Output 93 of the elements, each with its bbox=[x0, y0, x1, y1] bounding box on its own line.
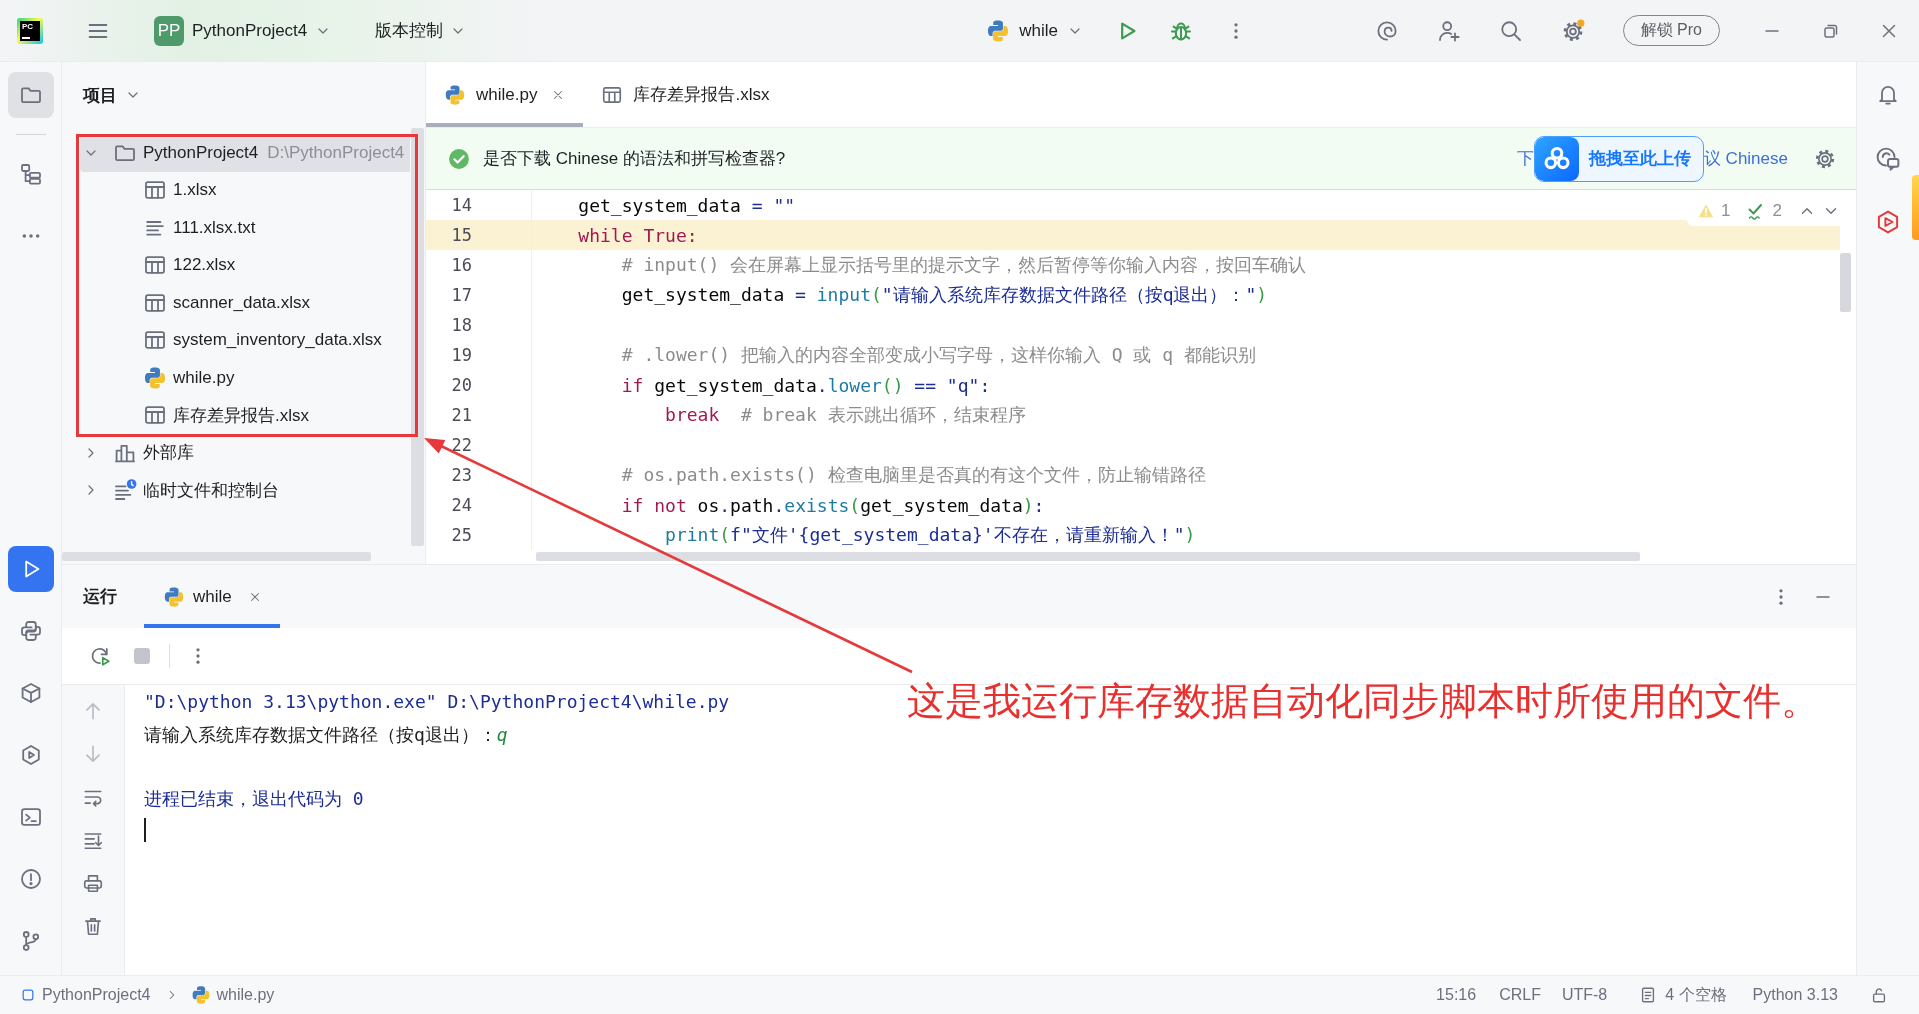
tree-item[interactable]: 外部库 bbox=[80, 434, 410, 472]
text-cursor bbox=[144, 818, 146, 842]
console-line: 进程已结束，退出代码为 0 bbox=[144, 787, 365, 811]
scrollbar[interactable] bbox=[1840, 253, 1851, 312]
breadcrumb[interactable]: PythonProject4 bbox=[20, 986, 151, 1004]
banner-link[interactable]: 下 bbox=[1516, 147, 1534, 170]
editor-tab[interactable]: 库存差异报告.xlsx bbox=[583, 62, 788, 127]
annotation-text: 这是我运行库存数据自动化同步脚本时所使用的文件。 bbox=[907, 678, 1819, 725]
python-icon bbox=[190, 985, 211, 1005]
code-line: get_system_data = "" bbox=[578, 194, 796, 216]
line-number: 22 bbox=[450, 435, 472, 455]
line-number: 24 bbox=[450, 495, 472, 515]
line-number: 19 bbox=[450, 345, 472, 365]
padlock-icon[interactable] bbox=[1870, 986, 1888, 1004]
scratch-icon bbox=[113, 478, 137, 503]
line-number: 25 bbox=[450, 525, 472, 545]
line-number: 18 bbox=[450, 315, 472, 335]
python-icon bbox=[444, 83, 466, 106]
python-outline-icon bbox=[18, 619, 43, 643]
add-user-icon[interactable] bbox=[1436, 18, 1461, 43]
warning-icon bbox=[1697, 202, 1716, 220]
scrollbar[interactable] bbox=[536, 552, 1640, 561]
warning-count: 1 bbox=[1721, 201, 1731, 221]
trash-icon[interactable] bbox=[82, 915, 104, 937]
tree-structure-icon bbox=[18, 162, 43, 186]
rings-tile-icon bbox=[1534, 136, 1579, 181]
terminal-icon bbox=[18, 805, 43, 829]
code-line: # os.path.exists() 检查电脑里是否真的有这个文件，防止输错路径 bbox=[621, 463, 1206, 487]
tree-item[interactable]: 122.xlsx bbox=[80, 246, 410, 284]
code-line: get_system_data = input("请输入系统库存数据文件路径（按q退出）：") bbox=[621, 283, 1268, 307]
tree-item[interactable]: 临时文件和控制台 bbox=[80, 471, 410, 509]
view-selector[interactable]: 项目 bbox=[83, 83, 141, 107]
caret-position[interactable]: 15:16 bbox=[1436, 986, 1477, 1004]
python-icon bbox=[143, 365, 167, 390]
code-line: print(f"文件'{get_system_data}'不存在，请重新输入！") bbox=[665, 523, 1196, 547]
python-icon bbox=[163, 585, 185, 608]
line-number: 21 bbox=[450, 405, 472, 425]
circular-arrow-play-icon[interactable] bbox=[89, 645, 111, 667]
code-line: if not os.path.exists(get_system_data): bbox=[621, 494, 1045, 516]
minimize-icon[interactable] bbox=[1765, 28, 1779, 33]
console-line: "D:\python 3.13\python.exe" D:\PythonProject4\while.py bbox=[144, 690, 730, 714]
line-number: 16 bbox=[450, 255, 472, 275]
tree-item[interactable]: system_inventory_data.xlsx bbox=[80, 321, 410, 359]
line-number: 20 bbox=[450, 375, 472, 395]
exclamation-circle-icon bbox=[18, 867, 43, 891]
line-separator[interactable]: CRLF bbox=[1499, 986, 1541, 1004]
code-line: while True: bbox=[578, 224, 698, 246]
run-config-selector[interactable]: while bbox=[986, 18, 1084, 43]
breadcrumb[interactable]: while.py bbox=[190, 985, 275, 1005]
more-icon bbox=[21, 234, 40, 238]
code-line: # .lower() 把输入的内容全部变成小写字母，这样你输入 Q 或 q 都能识别 bbox=[621, 343, 1256, 367]
banner-message: 是否下载 Chinese 的语法和拼写检查器? bbox=[483, 148, 786, 170]
search-icon[interactable] bbox=[1498, 18, 1523, 43]
upload-drop-zone[interactable]: 拖拽至此上传 bbox=[1533, 135, 1704, 182]
banner-link[interactable]: 议 Chinese bbox=[1703, 147, 1788, 170]
code-line: break # break 表示跳出循环，结束程序 bbox=[665, 403, 1026, 427]
tree-item[interactable]: scanner_data.xlsx bbox=[80, 284, 410, 322]
panel-title: 运行 bbox=[83, 586, 117, 608]
app-logo: PC bbox=[17, 17, 43, 44]
project-selector[interactable]: PP PythonProject4 bbox=[154, 15, 332, 46]
settings-icon[interactable] bbox=[1814, 147, 1836, 170]
console-line: 请输入系统库存数据文件路径（按q退出）：q bbox=[144, 723, 509, 747]
more-icon[interactable] bbox=[1779, 588, 1783, 605]
code-line: if get_system_data.lower() == "q": bbox=[621, 374, 991, 396]
line-number: 23 bbox=[450, 465, 472, 485]
line-number: 14 bbox=[450, 195, 472, 215]
more-icon[interactable] bbox=[196, 648, 200, 664]
line-number: 15 bbox=[450, 225, 472, 245]
interpreter-selector[interactable]: Python 3.13 bbox=[1752, 986, 1838, 1004]
scrollbar[interactable] bbox=[62, 552, 371, 561]
tree-item[interactable]: 111.xlsx.txt bbox=[80, 209, 410, 247]
typo-count: 2 bbox=[1772, 201, 1782, 221]
printer-icon[interactable] bbox=[82, 872, 104, 894]
square-icon bbox=[20, 987, 36, 1003]
hexagon-play-icon[interactable] bbox=[1875, 209, 1901, 235]
line-number: 17 bbox=[450, 285, 472, 305]
tool-window-button[interactable] bbox=[7, 72, 54, 118]
tool-window-button[interactable] bbox=[7, 546, 54, 592]
path-hint: D:\PythonProject4 bbox=[267, 142, 405, 163]
minimize-icon[interactable] bbox=[1816, 594, 1830, 599]
indent-setting[interactable]: 4 个空格 bbox=[1639, 984, 1727, 1006]
tree-item[interactable]: 1.xlsx bbox=[80, 171, 410, 209]
run-tab[interactable]: while bbox=[144, 565, 280, 628]
vcs-menu[interactable]: 版本控制 bbox=[375, 19, 467, 42]
python-icon bbox=[986, 18, 1011, 43]
chat-icon[interactable] bbox=[1875, 146, 1901, 172]
check-circle-icon bbox=[448, 147, 470, 170]
file-encoding[interactable]: UTF-8 bbox=[1561, 986, 1608, 1004]
code-line: # input() 会在屏幕上显示括号里的提示文字，然后暂停等你输入内容，按回车确认 bbox=[621, 253, 1307, 277]
more-icon[interactable] bbox=[1234, 22, 1239, 39]
tree-item[interactable]: 库存差异报告.xlsx bbox=[80, 396, 410, 434]
tree-item[interactable]: while.py bbox=[80, 359, 410, 397]
project-avatar: PP bbox=[154, 15, 184, 46]
